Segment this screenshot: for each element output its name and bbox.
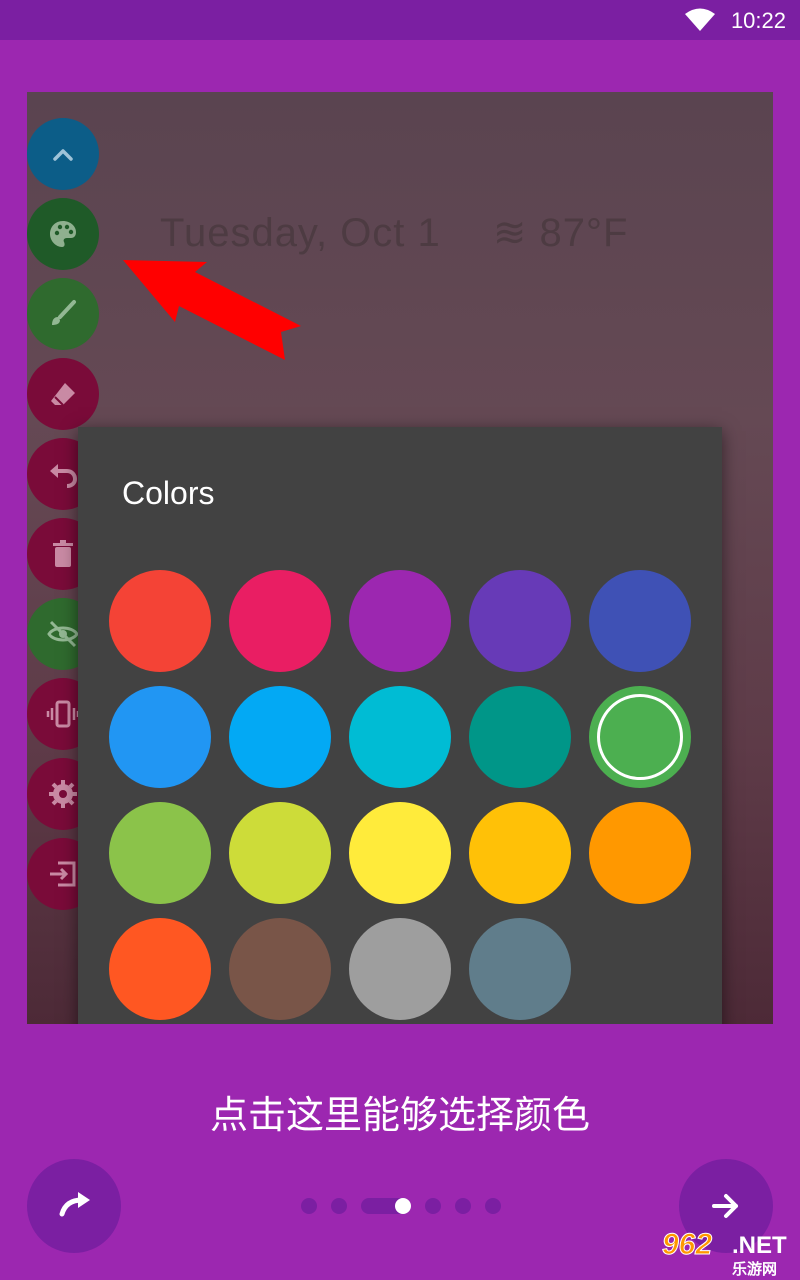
color-swatch[interactable]	[349, 918, 451, 1020]
eraser-icon	[51, 383, 75, 406]
color-swatch[interactable]	[109, 570, 211, 672]
page-dot-active	[395, 1198, 411, 1214]
color-swatch[interactable]	[109, 918, 211, 1020]
vibrate-icon	[46, 700, 80, 728]
exit-icon	[50, 861, 76, 887]
color-swatch[interactable]	[229, 570, 331, 672]
date-weather-line: Tuesday, Oct 1 ≋ 87°F	[160, 210, 628, 256]
haze-icon: ≋	[492, 211, 528, 255]
page-dot	[485, 1198, 501, 1214]
watermark-net: .NET	[732, 1232, 787, 1259]
colors-dialog-title: Colors	[122, 475, 215, 511]
undo-icon	[50, 464, 78, 488]
color-swatch[interactable]	[109, 686, 211, 788]
color-swatch[interactable]	[469, 918, 571, 1020]
pointer-arrow	[123, 260, 301, 360]
watermark-main: 962	[661, 1228, 713, 1262]
site-watermark: 962 .NET 乐游网	[661, 1228, 794, 1279]
color-swatch[interactable]	[589, 686, 691, 788]
tutorial-screenshot: Tuesday, Oct 1 ≋ 87°F Colors	[27, 92, 773, 1024]
date-text: Tuesday, Oct 1	[160, 211, 441, 255]
color-swatch[interactable]	[349, 570, 451, 672]
arrow-right-icon	[712, 1194, 738, 1218]
color-swatch[interactable]	[469, 570, 571, 672]
tutorial-hint-text: 点击这里能够选择颜色	[209, 1095, 590, 1137]
color-swatch[interactable]	[229, 686, 331, 788]
page-dot	[331, 1198, 347, 1214]
color-swatch[interactable]	[469, 802, 571, 904]
colors-dialog: Colors	[78, 427, 722, 1024]
wifi-icon	[685, 8, 715, 31]
color-swatch[interactable]	[589, 570, 691, 672]
color-swatch[interactable]	[589, 802, 691, 904]
eraser-button[interactable]	[27, 358, 99, 430]
color-swatch[interactable]	[109, 802, 211, 904]
page-dot	[455, 1198, 471, 1214]
page-dot	[425, 1198, 441, 1214]
collapse-button[interactable]	[27, 118, 99, 190]
color-swatch[interactable]	[349, 802, 451, 904]
trash-icon	[53, 540, 73, 567]
color-swatch[interactable]	[229, 918, 331, 1020]
status-bar: 10:22	[0, 0, 800, 40]
brush-button[interactable]	[27, 278, 99, 350]
temperature-text: 87°F	[539, 211, 629, 255]
palette-icon	[50, 221, 76, 247]
color-swatch[interactable]	[229, 802, 331, 904]
palette-button[interactable]	[27, 198, 99, 270]
color-swatch[interactable]	[469, 686, 571, 788]
eye-off-icon	[47, 620, 79, 648]
brush-icon	[52, 300, 76, 325]
status-time: 10:22	[730, 8, 786, 33]
page-dot	[301, 1198, 317, 1214]
gear-icon	[49, 780, 77, 808]
color-swatch[interactable]	[349, 686, 451, 788]
chevron-up-icon	[53, 149, 73, 161]
watermark-sub: 乐游网	[732, 1261, 778, 1278]
